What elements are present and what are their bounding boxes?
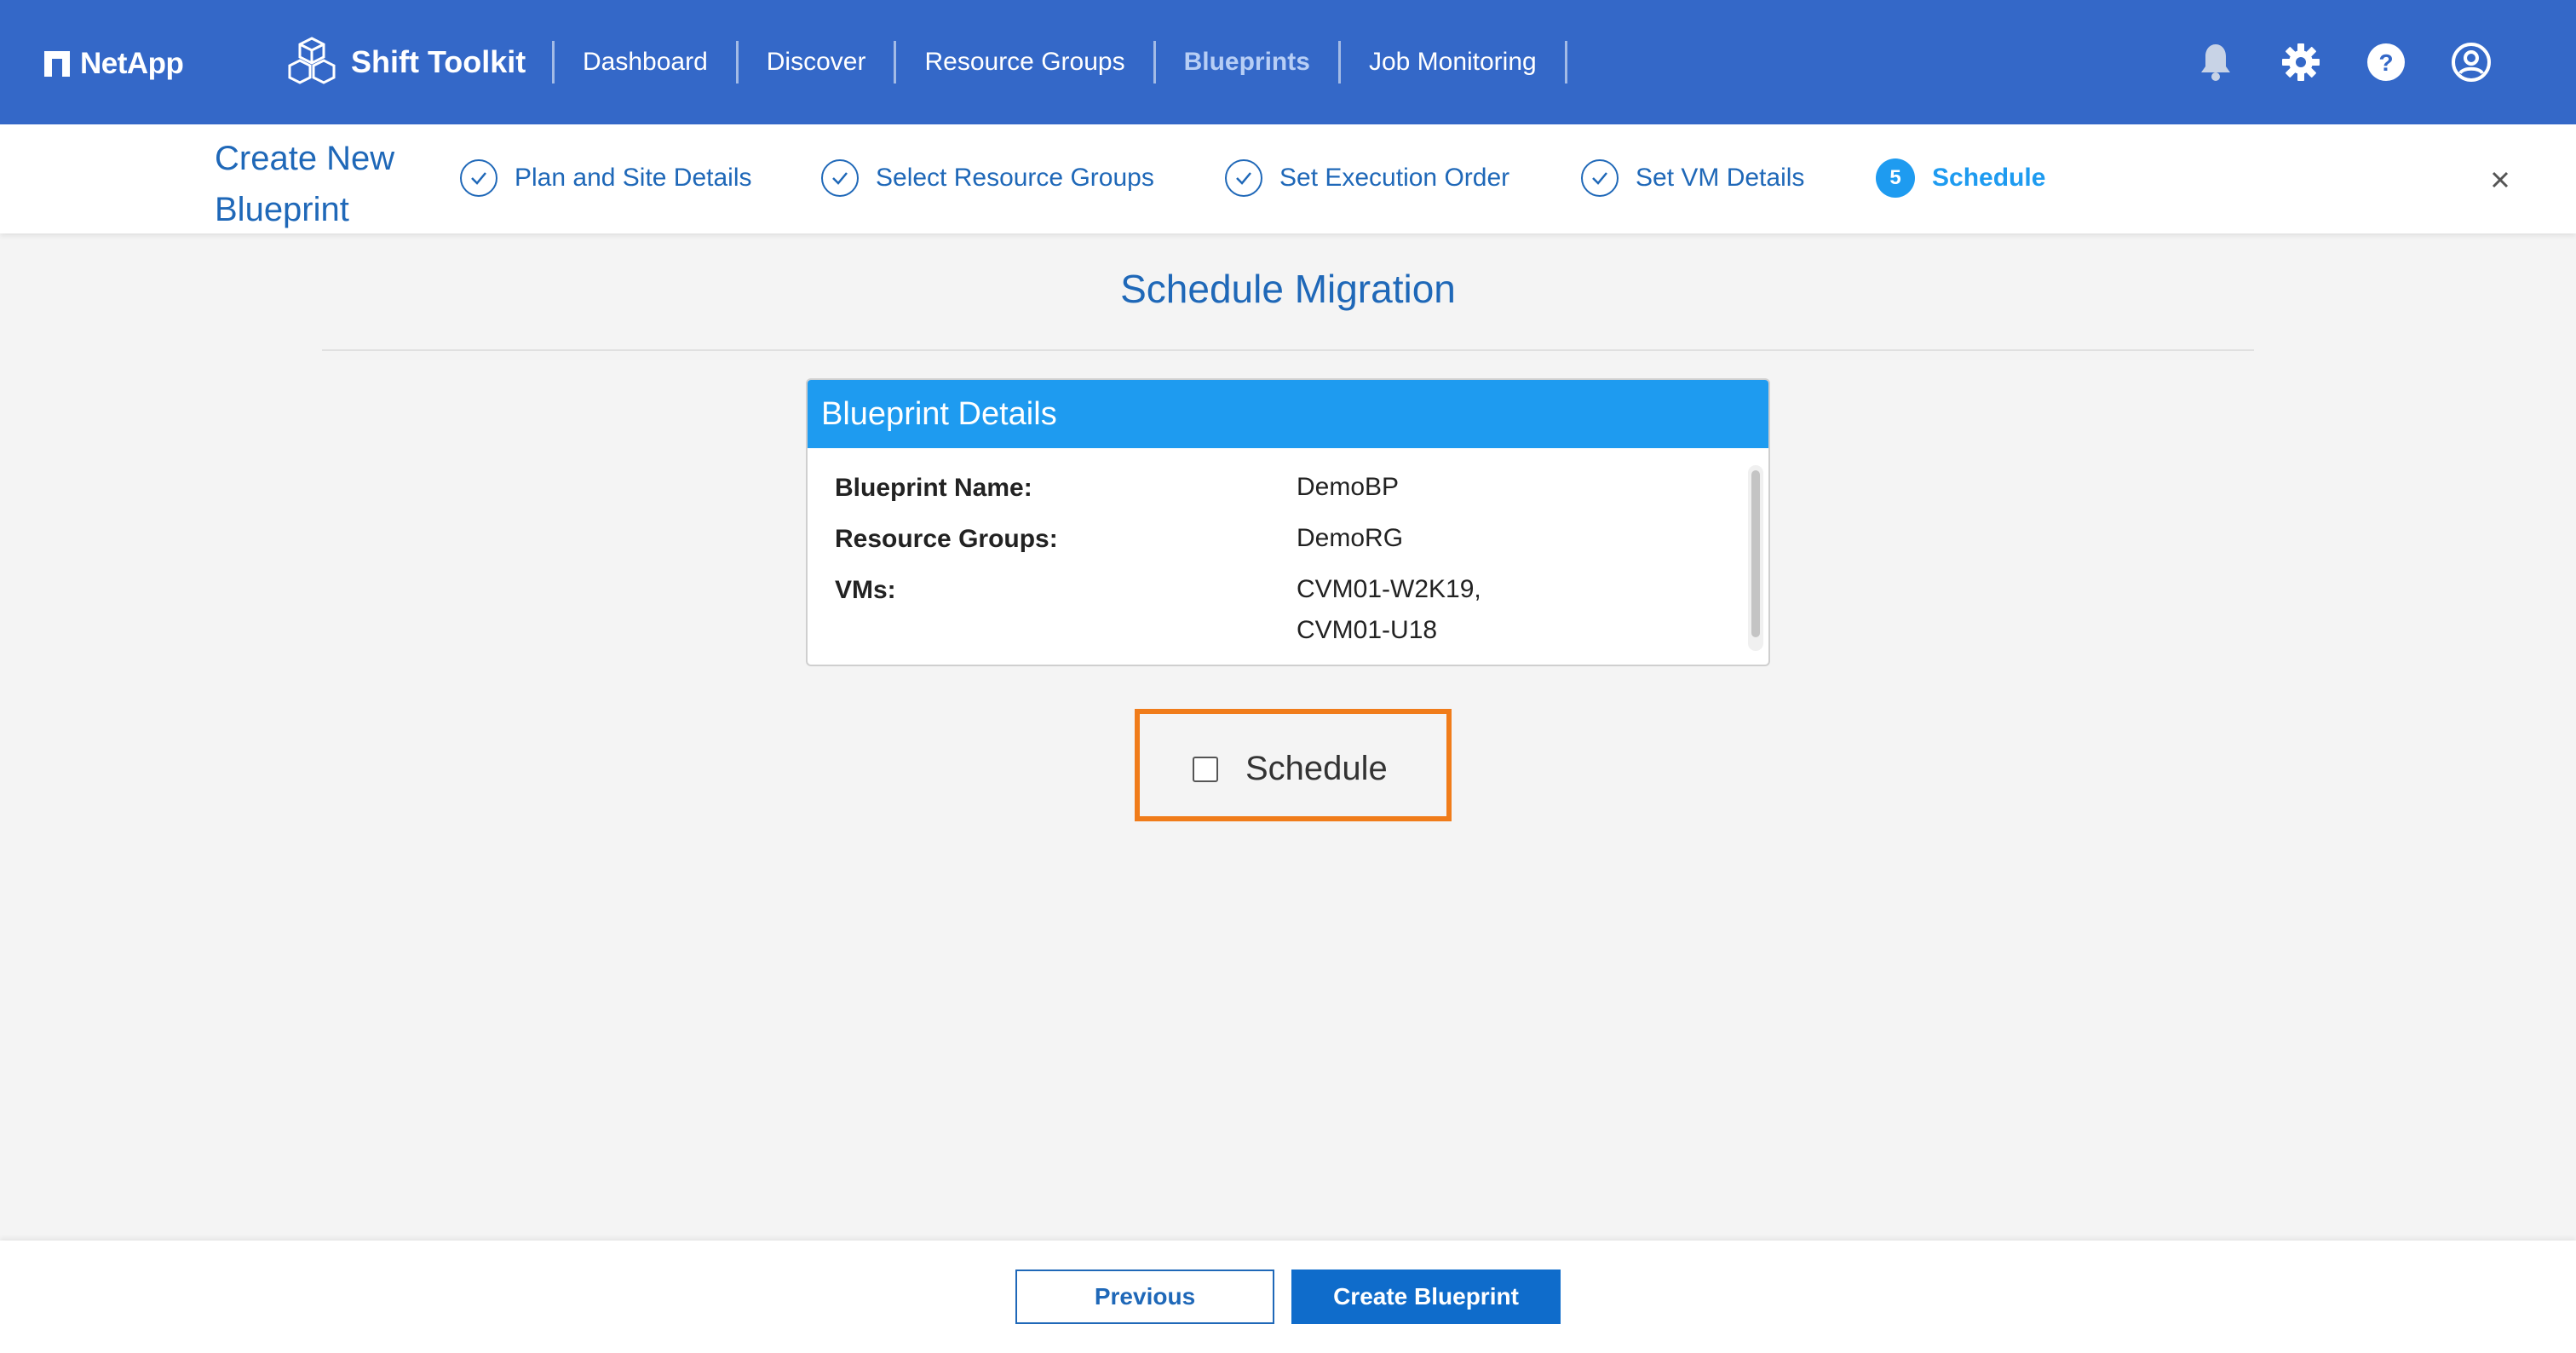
settings-button[interactable] — [2278, 39, 2324, 85]
shift-toolkit-home[interactable]: Shift Toolkit — [286, 29, 526, 95]
card-body[interactable]: Blueprint Name: DemoBP Resource Groups: … — [808, 448, 1768, 665]
cubes-icon — [288, 37, 336, 84]
card-title: Blueprint Details — [808, 380, 1768, 448]
user-icon — [2452, 43, 2491, 82]
step-select-resource-groups[interactable]: Select Resource Groups — [821, 156, 1154, 200]
nav-resource-groups[interactable]: Resource Groups — [896, 48, 1153, 77]
nav-divider — [1564, 41, 1567, 83]
divider — [322, 349, 2254, 351]
help-icon: ? — [2367, 43, 2405, 81]
notifications-button[interactable] — [2193, 39, 2239, 85]
detail-value: DemoRG — [1297, 524, 1404, 552]
close-wizard-button[interactable] — [2486, 165, 2515, 194]
main-nav: Dashboard Discover Resource Groups Bluep… — [552, 29, 1567, 95]
step-label: Select Resource Groups — [876, 164, 1154, 192]
detail-key: Blueprint Name: — [835, 474, 1032, 502]
create-blueprint-button[interactable]: Create Blueprint — [1291, 1270, 1561, 1324]
product-name: Shift Toolkit — [351, 44, 526, 79]
step-schedule[interactable]: 5 Schedule — [1876, 156, 2045, 200]
help-button[interactable]: ? — [2363, 39, 2409, 85]
step-label: Schedule — [1932, 164, 2046, 192]
close-icon — [2492, 171, 2509, 188]
step-set-execution-order[interactable]: Set Execution Order — [1225, 156, 1509, 200]
nav-blueprints[interactable]: Blueprints — [1156, 48, 1338, 77]
step-plan-and-site-details[interactable]: Plan and Site Details — [460, 156, 752, 200]
nav-job-monitoring[interactable]: Job Monitoring — [1341, 48, 1565, 77]
step-label: Set Execution Order — [1279, 164, 1510, 192]
user-menu-button[interactable] — [2448, 39, 2494, 85]
detail-key: Resource Groups: — [835, 525, 1058, 553]
check-circle-icon — [1581, 159, 1619, 197]
detail-value: CVM01-W2K19, — [1297, 575, 1481, 603]
step-label: Plan and Site Details — [515, 164, 752, 192]
step-set-vm-details[interactable]: Set VM Details — [1581, 156, 1804, 200]
detail-value: DemoBP — [1297, 473, 1400, 501]
page-title: Schedule Migration — [1120, 267, 1456, 311]
step-number-badge: 5 — [1876, 158, 1915, 198]
top-navigation-bar: NetApp Shift Toolkit Dashboard Discover … — [0, 0, 2576, 124]
nav-discover[interactable]: Discover — [739, 48, 894, 77]
netapp-logo[interactable]: NetApp — [44, 43, 184, 85]
brand-name: NetApp — [80, 47, 184, 80]
wizard-footer: Previous Create Blueprint — [0, 1241, 2576, 1353]
detail-value: CVM01-U18 — [1297, 616, 1438, 644]
check-circle-icon — [460, 159, 497, 197]
netapp-logo-icon — [44, 51, 70, 77]
bell-icon — [2201, 44, 2230, 81]
check-circle-icon — [821, 159, 859, 197]
step-label: Set VM Details — [1636, 164, 1805, 192]
blueprint-details-card: Blueprint Details Blueprint Name: DemoBP… — [806, 378, 1770, 666]
schedule-checkbox-label[interactable]: Schedule — [1245, 750, 1388, 788]
detail-key: VMs: — [835, 576, 896, 604]
wizard-stepper: Create New Blueprint Plan and Site Detai… — [0, 124, 2576, 233]
check-circle-icon — [1225, 159, 1262, 197]
previous-button[interactable]: Previous — [1015, 1270, 1274, 1324]
wizard-title: Create New Blueprint — [215, 140, 395, 228]
schedule-checkbox[interactable] — [1193, 757, 1218, 782]
schedule-option-highlight: Schedule — [1135, 709, 1452, 821]
gear-icon — [2282, 43, 2320, 81]
nav-dashboard[interactable]: Dashboard — [555, 48, 736, 77]
svg-text:?: ? — [2378, 49, 2393, 76]
scrollbar-thumb[interactable] — [1751, 470, 1760, 637]
